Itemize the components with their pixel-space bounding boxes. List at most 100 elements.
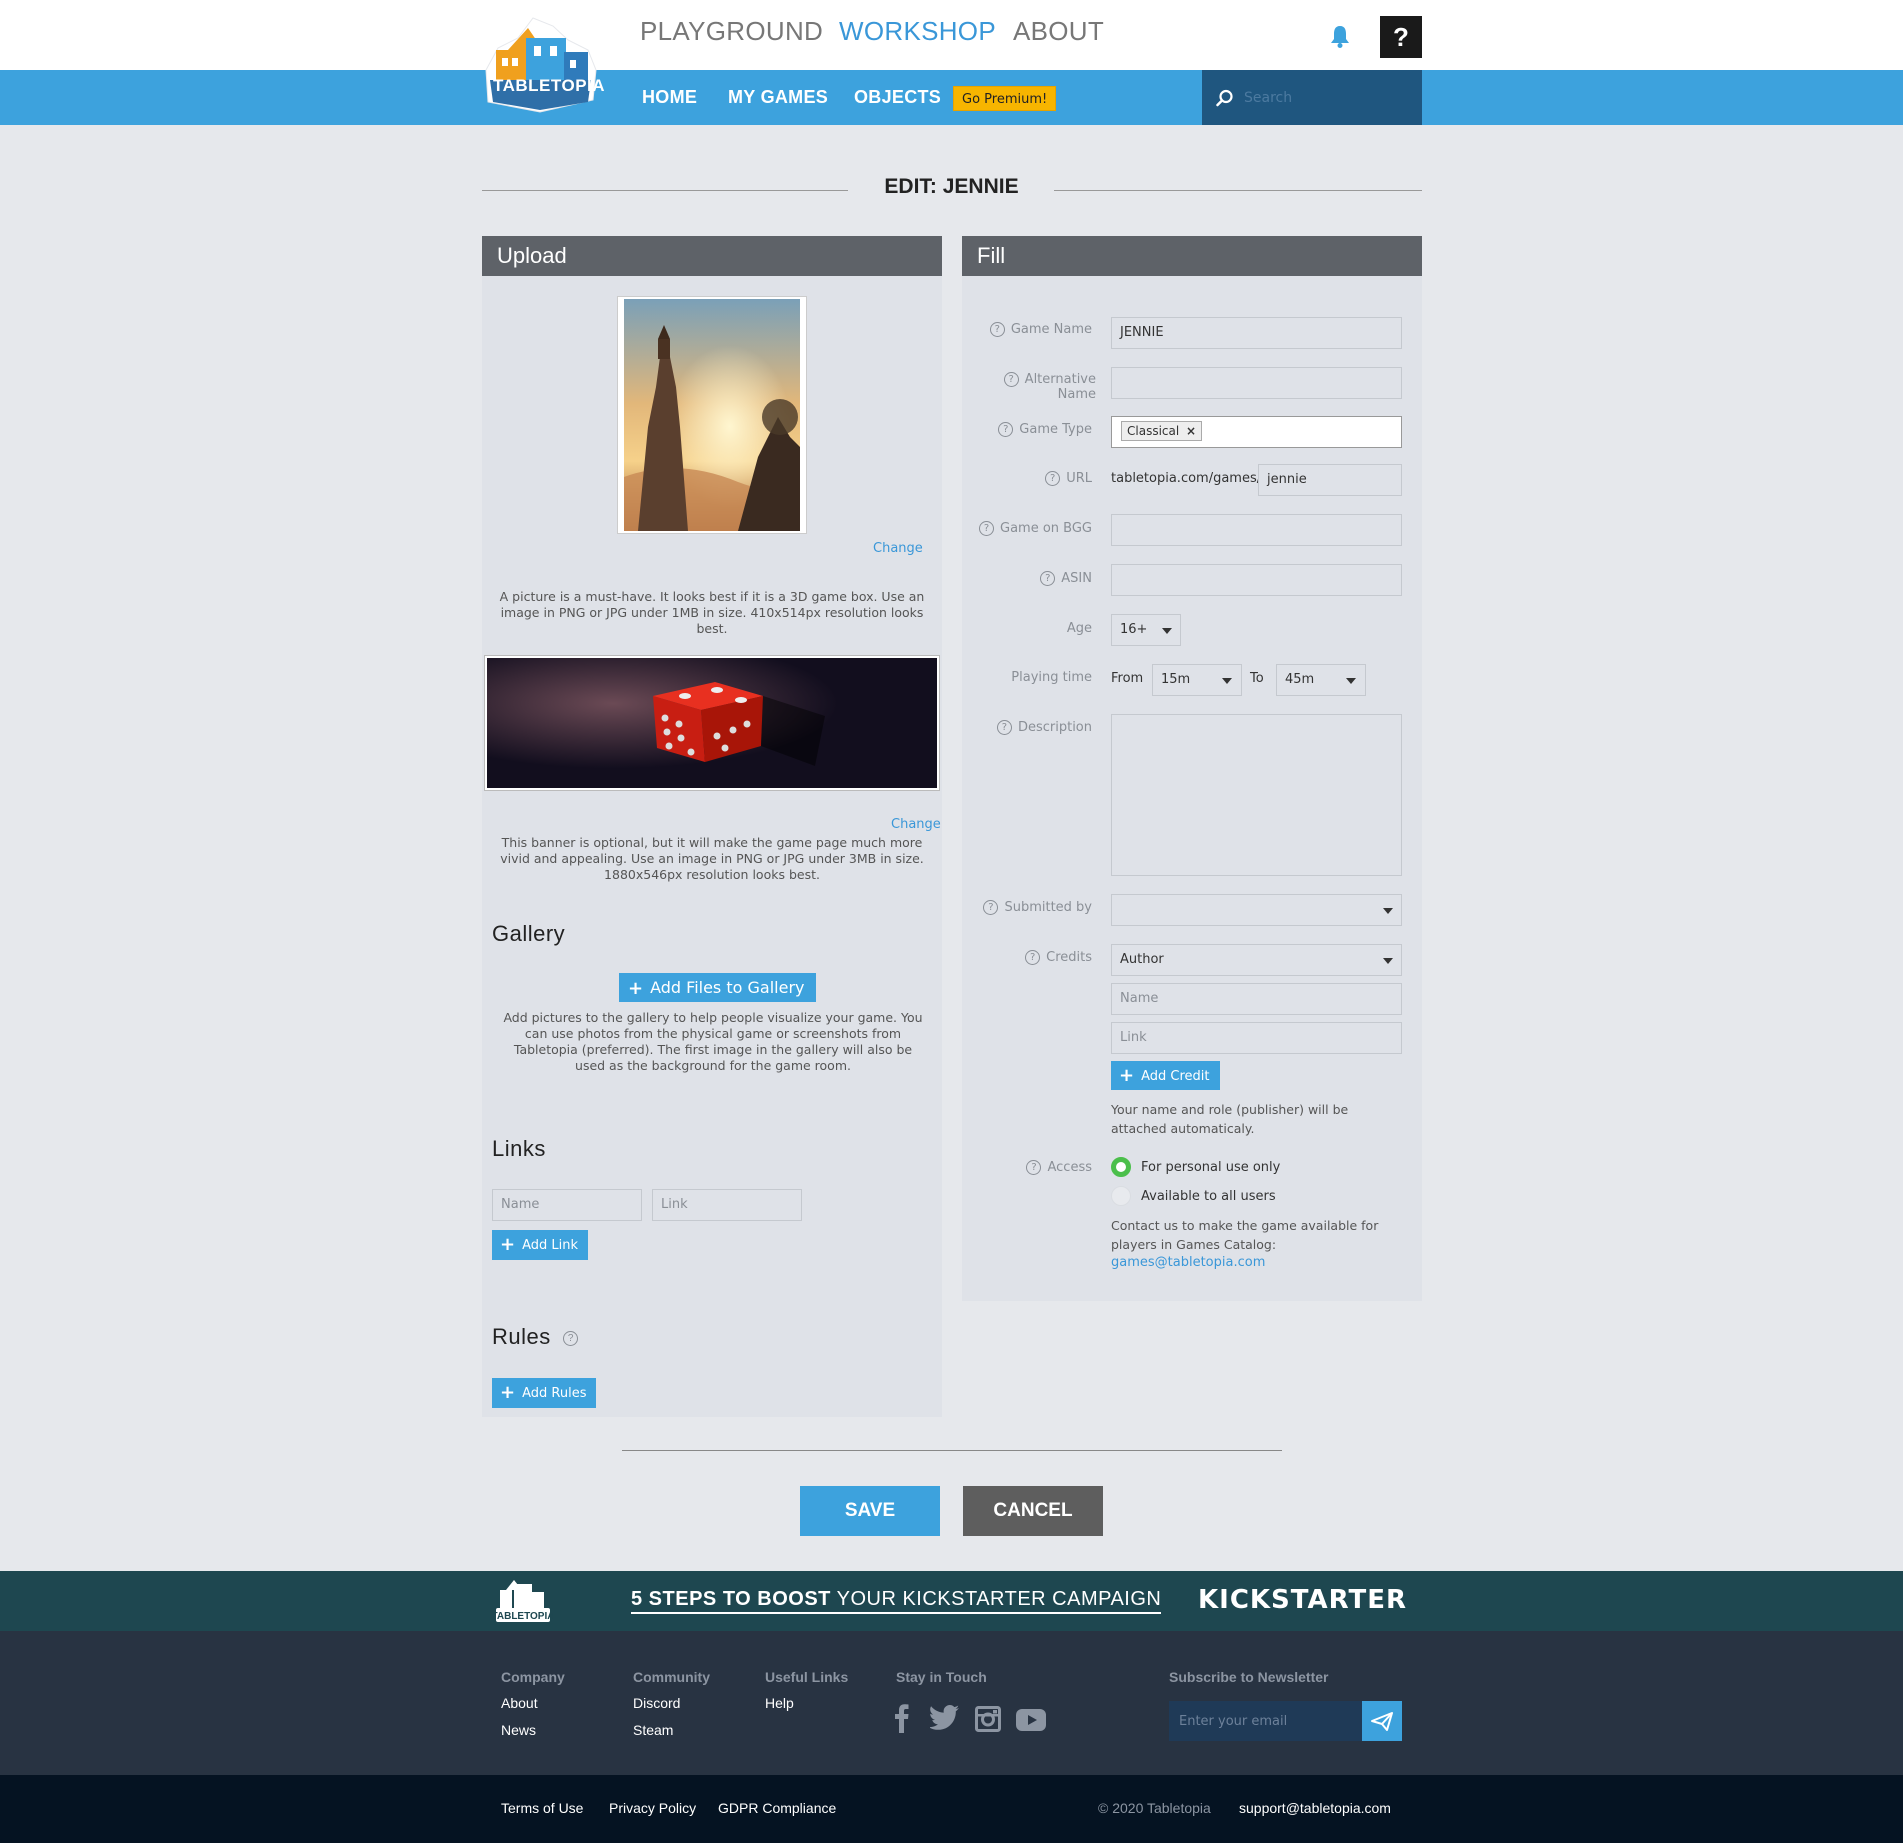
add-files-label: Add Files to Gallery	[650, 978, 805, 997]
chevron-down-icon	[1222, 678, 1232, 684]
age-value: 16+	[1120, 622, 1148, 637]
add-link-button[interactable]: + Add Link	[492, 1230, 589, 1260]
time-to-label: To	[1250, 671, 1264, 686]
alternative-name-input[interactable]	[1111, 367, 1402, 399]
youtube-icon[interactable]	[1016, 1709, 1046, 1731]
help-icon[interactable]: ?	[989, 322, 1005, 337]
add-files-to-gallery-button[interactable]: + Add Files to Gallery	[619, 973, 817, 1002]
help-icon[interactable]: ?	[1025, 950, 1041, 965]
footer-help-link[interactable]: Help	[765, 1695, 794, 1711]
access-label-text: Access	[1047, 1160, 1092, 1175]
cover-description: A picture is a must-have. It looks best …	[499, 589, 925, 636]
subnav-home[interactable]: HOME	[642, 87, 697, 108]
nav-about[interactable]: ABOUT	[1013, 16, 1104, 47]
privacy-link[interactable]: Privacy Policy	[609, 1800, 696, 1816]
footer-about-link[interactable]: About	[501, 1695, 538, 1711]
help-icon[interactable]: ?	[983, 900, 999, 915]
go-premium-button[interactable]: Go Premium!	[953, 86, 1057, 111]
access-personal-label[interactable]: For personal use only	[1141, 1160, 1280, 1175]
svg-text:TABLETOPIA: TABLETOPIA	[492, 1611, 554, 1622]
asin-label-text: ASIN	[1061, 571, 1092, 586]
gdpr-link[interactable]: GDPR Compliance	[718, 1800, 836, 1816]
credit-role-select[interactable]: Author	[1111, 944, 1402, 976]
tabletopia-small-logo[interactable]: TABLETOPIA	[492, 1576, 554, 1626]
playing-time-label: Playing time	[1011, 670, 1092, 685]
banner-image[interactable]	[484, 655, 940, 791]
banner-description: This banner is optional, but it will mak…	[500, 835, 924, 882]
subnav-objects[interactable]: OBJECTS	[854, 87, 941, 108]
twitter-icon[interactable]	[930, 1705, 960, 1731]
add-rules-button[interactable]: + Add Rules	[492, 1378, 597, 1408]
chevron-down-icon	[1346, 678, 1356, 684]
link-url-input[interactable]: Link	[652, 1189, 802, 1221]
help-button[interactable]: ?	[1380, 16, 1422, 58]
description-textarea[interactable]	[1111, 714, 1402, 876]
kickstarter-logo[interactable]: KICKSTARTER	[1198, 1585, 1407, 1615]
banner-change-link[interactable]: Change	[891, 817, 941, 832]
bottom-bar: Terms of Use Privacy Policy GDPR Complia…	[0, 1775, 1903, 1843]
subnav-my-games[interactable]: MY GAMES	[728, 87, 828, 108]
description-label: ? Description	[962, 720, 1092, 735]
links-heading: Links	[492, 1136, 546, 1161]
rules-help-icon[interactable]: ?	[563, 1331, 579, 1346]
credit-name-input[interactable]: Name	[1111, 983, 1402, 1015]
search-icon	[1216, 89, 1233, 107]
footer-useful-heading: Useful Links	[765, 1669, 849, 1685]
access-email-link[interactable]: games@tabletopia.com	[1111, 1255, 1265, 1270]
bgg-input[interactable]	[1111, 514, 1402, 546]
nav-playground[interactable]: PLAYGROUND	[640, 16, 823, 47]
chevron-down-icon	[1162, 628, 1172, 634]
rules-heading-text: Rules	[492, 1324, 551, 1349]
help-icon[interactable]: ?	[979, 521, 994, 536]
url-label-text: URL	[1066, 471, 1092, 486]
help-icon[interactable]: ?	[998, 422, 1014, 437]
support-email-link[interactable]: support@tabletopia.com	[1239, 1800, 1391, 1816]
access-personal-radio[interactable]	[1111, 1157, 1131, 1177]
terms-link[interactable]: Terms of Use	[501, 1800, 583, 1816]
link-name-input[interactable]: Name	[492, 1189, 642, 1221]
credit-link-input[interactable]: Link	[1111, 1022, 1402, 1054]
kickstarter-text[interactable]: 5 STEPS TO BOOST YOUR KICKSTARTER CAMPAI…	[631, 1588, 1162, 1614]
kickstarter-text-rest: YOUR KICKSTARTER CAMPAIGN	[830, 1588, 1162, 1610]
url-label: ? URL	[962, 471, 1092, 486]
help-icon[interactable]: ?	[1003, 372, 1019, 387]
game-name-input[interactable]: JENNIE	[1111, 317, 1402, 349]
kickstarter-banner[interactable]: TABLETOPIA 5 STEPS TO BOOST YOUR KICKSTA…	[0, 1571, 1903, 1631]
submitted-by-select[interactable]	[1111, 894, 1402, 926]
access-note: Contact us to make the game available fo…	[1111, 1218, 1379, 1252]
help-icon[interactable]: ?	[1040, 571, 1056, 586]
help-icon[interactable]: ?	[996, 720, 1012, 735]
help-icon[interactable]: ?	[1045, 471, 1061, 486]
credits-label-text: Credits	[1046, 950, 1092, 965]
add-credit-button[interactable]: + Add Credit	[1111, 1061, 1220, 1090]
remove-tag-icon[interactable]: ×	[1186, 424, 1196, 438]
bell-icon[interactable]	[1330, 24, 1350, 48]
cover-picture	[624, 299, 800, 531]
bgg-label: ? Game on BGG	[962, 521, 1092, 536]
facebook-icon[interactable]	[894, 1703, 910, 1733]
alt-name-label-text: Alternative Name	[1024, 372, 1096, 402]
chevron-down-icon	[1383, 908, 1393, 914]
save-button[interactable]: SAVE	[800, 1486, 940, 1536]
help-icon[interactable]: ?	[1026, 1160, 1042, 1175]
cover-change-link[interactable]: Change	[873, 541, 923, 556]
cancel-button[interactable]: CANCEL	[963, 1486, 1103, 1536]
url-slug-input[interactable]: jennie	[1258, 464, 1402, 496]
newsletter-email-input[interactable]	[1169, 1701, 1369, 1741]
access-all-radio[interactable]	[1111, 1186, 1131, 1206]
game-type-tag-text: Classical	[1127, 424, 1180, 438]
asin-input[interactable]	[1111, 564, 1402, 596]
plus-icon: +	[1119, 1065, 1135, 1086]
footer-news-link[interactable]: News	[501, 1722, 536, 1738]
newsletter-submit-button[interactable]	[1362, 1701, 1402, 1741]
footer: Company About News Community Discord Ste…	[0, 1631, 1903, 1775]
page-title: EDIT: JENNIE	[884, 175, 1019, 198]
footer-discord-link[interactable]: Discord	[633, 1695, 680, 1711]
instagram-icon[interactable]	[975, 1706, 1001, 1732]
footer-steam-link[interactable]: Steam	[633, 1722, 673, 1738]
access-all-label[interactable]: Available to all users	[1141, 1189, 1276, 1204]
nav-workshop[interactable]: WORKSHOP	[839, 16, 996, 47]
search-input[interactable]	[1244, 84, 1409, 112]
cover-image[interactable]	[617, 296, 807, 534]
tabletopia-logo[interactable]	[478, 10, 603, 115]
